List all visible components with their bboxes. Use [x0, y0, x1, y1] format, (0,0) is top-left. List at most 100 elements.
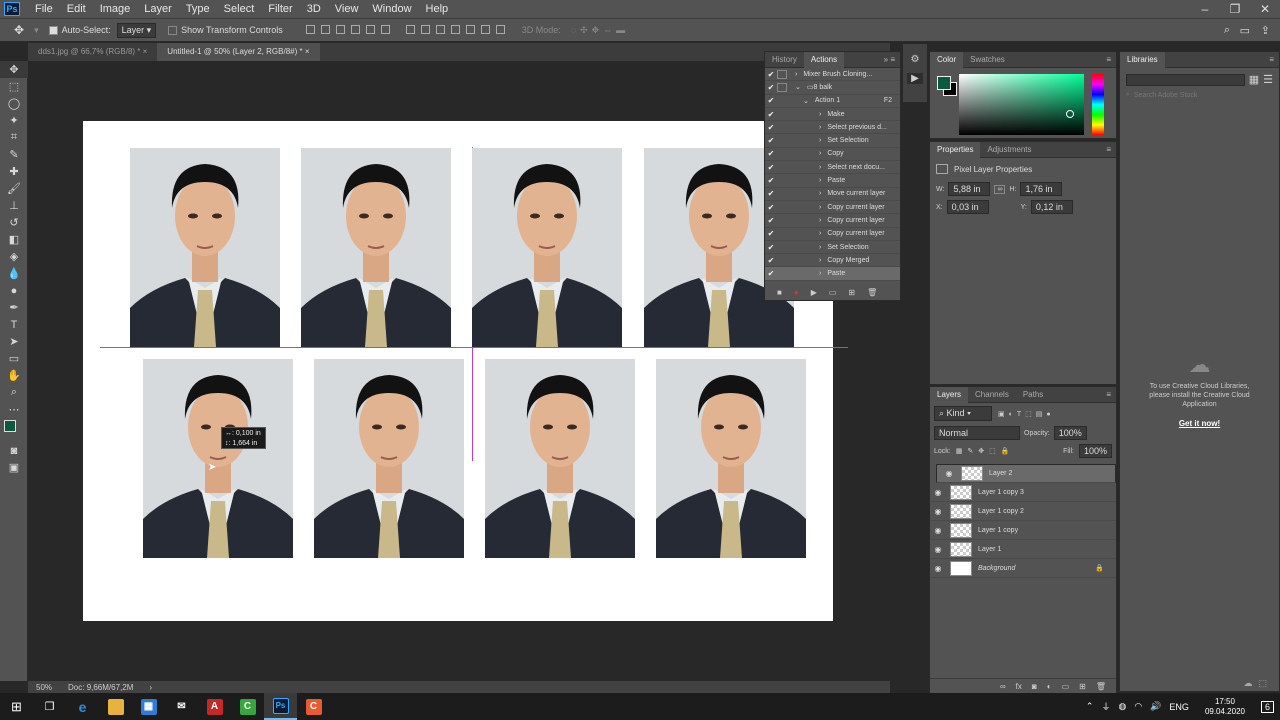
check-icon[interactable]: ✔ [765, 189, 777, 198]
collapse-chevron-icon[interactable]: › [819, 190, 821, 197]
fx-icon[interactable]: fx [1016, 682, 1022, 691]
menu-help[interactable]: Help [419, 3, 456, 15]
dialog-toggle[interactable] [777, 69, 787, 79]
dialog-toggle[interactable] [777, 163, 787, 172]
visibility-eye-icon[interactable]: ◉ [930, 488, 946, 497]
lasso-tool-icon[interactable]: ◯ [0, 95, 28, 112]
menu-filter[interactable]: Filter [261, 3, 299, 15]
actions-play-icon[interactable]: ▶ [907, 73, 923, 84]
close-icon[interactable]: × [305, 47, 310, 56]
action-row[interactable]: ✔ › Set Selection [765, 134, 900, 148]
collapse-chevron-icon[interactable]: › [819, 137, 821, 144]
collapse-chevron-icon[interactable]: › [819, 270, 821, 277]
recorder-app[interactable]: C [297, 693, 330, 720]
layer-name[interactable]: Layer 1 copy [978, 527, 1018, 534]
collapse-chevron-icon[interactable]: › [819, 230, 821, 237]
check-icon[interactable]: ✔ [765, 203, 777, 212]
expand-chevron-icon[interactable]: ⌄ [795, 83, 801, 91]
brush-settings-icon[interactable]: ⚙ [903, 44, 927, 65]
action-row[interactable]: ✔ › Paste [765, 267, 900, 281]
layer-row[interactable]: ◉ Layer 1 copy 2 [930, 502, 1116, 521]
menu-layer[interactable]: Layer [137, 3, 179, 15]
dialog-toggle[interactable] [777, 256, 787, 265]
layer-row[interactable]: ◉ Layer 1 copy 3 [930, 483, 1116, 502]
check-icon[interactable]: ✔ [765, 176, 777, 185]
adjustment-icon[interactable]: ◐ [1047, 682, 1052, 691]
group-folder-icon[interactable]: ▭ [1062, 682, 1070, 691]
shape-tool-icon[interactable]: ▭ [0, 350, 28, 367]
check-icon[interactable]: ✔ [765, 123, 777, 132]
expand-chevron-icon[interactable]: ⌄ [803, 97, 809, 105]
action-row[interactable]: ✔ › Move current layer [765, 188, 900, 201]
tab-libraries[interactable]: Libraries [1120, 51, 1165, 68]
tab-dds1[interactable]: dds1.jpg @ 66,7% (RGB/8) * × [28, 43, 157, 61]
crop-tool-icon[interactable]: ⌗ [0, 129, 28, 146]
zoom-tool-icon[interactable]: ⌕ [0, 384, 28, 401]
minimize-icon[interactable]: – [1190, 0, 1220, 18]
width-field[interactable]: 5,88 in [948, 182, 991, 196]
collapse-chevron-icon[interactable]: › [819, 164, 821, 171]
fill-field[interactable]: 100% [1078, 444, 1112, 458]
history-brush-icon[interactable]: ↺ [0, 214, 28, 231]
layer-row[interactable]: ◉ Layer 1 [930, 540, 1116, 559]
auto-select-checkbox[interactable] [48, 25, 58, 35]
check-icon[interactable]: ✔ [765, 256, 777, 265]
photoshop-app[interactable]: Ps [264, 693, 297, 720]
dialog-toggle[interactable] [777, 96, 787, 105]
menu-edit[interactable]: Edit [60, 3, 93, 15]
tab-layers[interactable]: Layers [930, 386, 969, 403]
edge-app[interactable]: e [66, 693, 99, 720]
new-layer-icon[interactable]: ⊞ [1079, 682, 1086, 691]
tab-swatches[interactable]: Swatches [963, 52, 1012, 68]
collapse-chevron-icon[interactable]: › [819, 244, 821, 251]
trash-icon[interactable]: 🗑 [867, 288, 877, 297]
pen-tool-icon[interactable]: ✒ [0, 299, 28, 316]
check-icon[interactable]: ✔ [765, 269, 777, 278]
transform-controls-checkbox[interactable] [168, 25, 178, 35]
auto-select-dropdown[interactable]: Layer ▾ [116, 22, 157, 38]
camtasia-app[interactable]: C [231, 693, 264, 720]
path-select-icon[interactable]: ➤ [0, 333, 28, 350]
foreground-color-swatch[interactable] [4, 420, 16, 432]
tab-untitled-1[interactable]: Untitled-1 @ 50% (Layer 2, RGB/8#) * × [157, 43, 320, 61]
collapse-chevron-icon[interactable]: › [819, 204, 821, 211]
stop-icon[interactable]: ■ [777, 288, 782, 297]
mask-icon[interactable]: ◙ [1032, 682, 1037, 691]
tab-adjustments[interactable]: Adjustments [980, 142, 1038, 158]
portrait-photo[interactable] [130, 148, 280, 347]
action-row[interactable]: ✔ ⌄ Action 1 F2 [765, 95, 900, 108]
library-footer-icons[interactable]: ☁⬚ [1243, 678, 1273, 689]
dialog-toggle[interactable] [777, 189, 787, 198]
eraser-tool-icon[interactable]: ◧ [0, 231, 28, 248]
menu-image[interactable]: Image [93, 3, 138, 15]
horizontal-guide[interactable] [100, 347, 848, 348]
tab-properties[interactable]: Properties [930, 141, 981, 158]
portrait-photo[interactable] [314, 359, 464, 558]
hand-tool-icon[interactable]: ✋ [0, 367, 28, 384]
visibility-eye-icon[interactable]: ◉ [941, 469, 957, 478]
zoom-level[interactable]: 50% [36, 683, 52, 692]
layer-name[interactable]: Layer 1 copy 3 [978, 489, 1024, 496]
color-field[interactable] [959, 74, 1084, 135]
opacity-field[interactable]: 100% [1053, 426, 1087, 440]
dialog-toggle[interactable] [777, 243, 787, 252]
dialog-toggle[interactable] [777, 123, 787, 132]
start-button[interactable]: ⊞ [0, 693, 33, 720]
action-row[interactable]: ✔ › Select next docu... [765, 161, 900, 175]
action-row[interactable]: ✔ › Copy [765, 148, 900, 162]
action-row[interactable]: ✔ › Copy current layer [765, 228, 900, 241]
more-tools-icon[interactable]: ⋯ [0, 401, 28, 418]
hue-slider[interactable] [1092, 74, 1104, 135]
action-row[interactable]: ✔ › Set Selection [765, 241, 900, 255]
3d-tool-icons[interactable]: ◌✣✥⇔▬ [571, 25, 629, 36]
eyedropper-tool-icon[interactable]: ✎ [0, 146, 28, 163]
tray-chevron-icon[interactable]: ⌃ [1086, 701, 1094, 712]
acrobat-app[interactable]: A [198, 693, 231, 720]
portrait-photo[interactable] [301, 148, 451, 347]
mail-app[interactable]: ✉ [165, 693, 198, 720]
menu-select[interactable]: Select [217, 3, 262, 15]
paint-bucket-icon[interactable]: ◈ [0, 248, 28, 265]
y-field[interactable]: 0,12 in [1030, 200, 1073, 214]
distribute-icons[interactable] [403, 24, 508, 36]
action-row[interactable]: ✔ › Copy Merged [765, 254, 900, 268]
